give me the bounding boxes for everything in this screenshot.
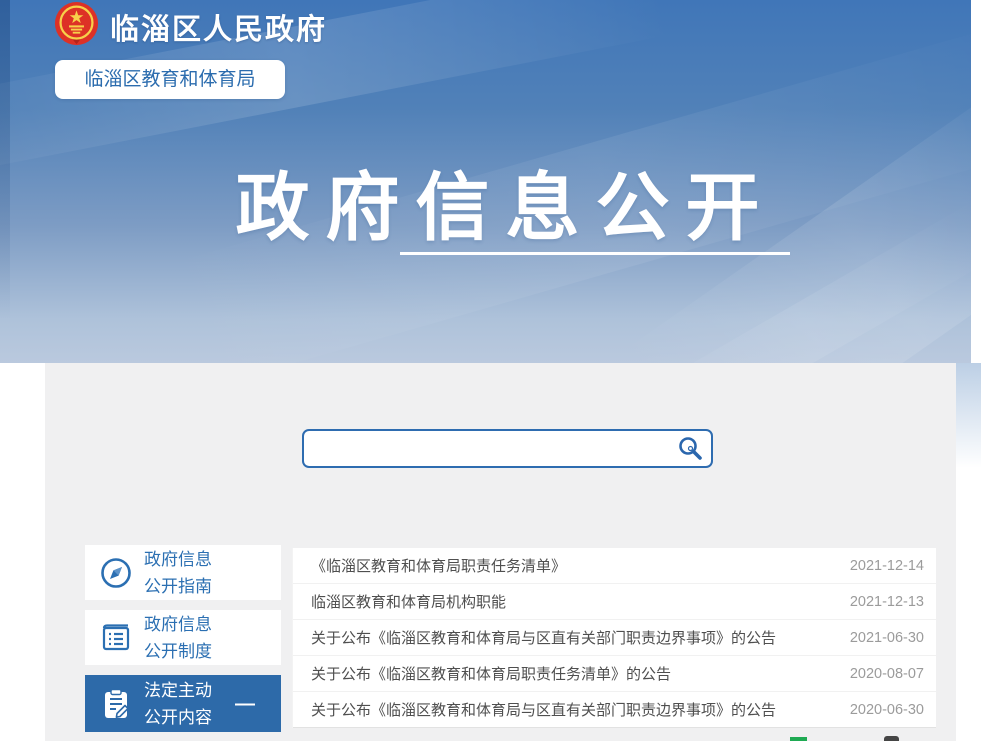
article-row[interactable]: 临淄区教育和体育局机构职能 2021-12-13 [293,584,936,620]
page-title: 政府信息公开 [20,148,981,255]
article-row[interactable]: 关于公布《临淄区教育和体育局与区直有关部门职责边界事项》的公告 2020-06-… [293,692,936,728]
article-date: 2021-06-30 [850,630,924,646]
search-icon[interactable] [677,435,704,462]
banner-left-shade [0,0,10,320]
article-title[interactable]: 《临淄区教育和体育局职责任务清单》 [311,555,838,576]
article-row[interactable]: 关于公布《临淄区教育和体育局职责任务清单》的公告 2020-08-07 [293,656,936,692]
sidebar-item-statutory-disclosure[interactable]: 法定主动 公开内容 — [85,675,281,732]
article-title[interactable]: 关于公布《临淄区教育和体育局与区直有关部门职责边界事项》的公告 [311,699,838,720]
site-title: 临淄区人民政府 [110,6,327,48]
title-underline [400,252,790,255]
sidebar-item-gov-info-rules[interactable]: 政府信息 公开制度 [85,610,281,665]
collapse-minus-icon[interactable]: — [235,694,255,714]
right-edge-fade [956,363,981,468]
search-box[interactable] [302,429,713,468]
article-date: 2021-12-14 [850,558,924,574]
compass-icon [98,555,134,591]
article-title[interactable]: 临淄区教育和体育局机构职能 [311,591,838,612]
article-title[interactable]: 关于公布《临淄区教育和体育局与区直有关部门职责边界事项》的公告 [311,627,838,648]
article-list: 《临淄区教育和体育局职责任务清单》 2021-12-14 临淄区教育和体育局机构… [292,548,936,728]
article-title[interactable]: 关于公布《临淄区教育和体育局职责任务清单》的公告 [311,663,838,684]
national-emblem-icon [54,1,99,46]
sidebar-item-label: 政府信息 公开制度 [144,611,212,665]
article-row[interactable]: 《临淄区教育和体育局职责任务清单》 2021-12-14 [293,548,936,584]
sidebar-item-label: 法定主动 公开内容 [144,677,212,731]
article-date: 2020-06-30 [850,702,924,718]
sidebar-item-gov-info-guide[interactable]: 政府信息 公开指南 [85,545,281,600]
article-date: 2020-08-07 [850,666,924,682]
department-tab[interactable]: 临淄区教育和体育局 [55,60,285,99]
rules-document-icon [98,620,134,656]
footer-partial-green-icon [790,737,807,741]
sidebar-item-label: 政府信息 公开指南 [144,546,212,600]
search-input[interactable] [304,431,681,466]
article-row[interactable]: 关于公布《临淄区教育和体育局与区直有关部门职责边界事项》的公告 2021-06-… [293,620,936,656]
article-date: 2021-12-13 [850,594,924,610]
footer-partial-dark-icon [884,736,899,741]
clipboard-pencil-icon [98,686,134,722]
